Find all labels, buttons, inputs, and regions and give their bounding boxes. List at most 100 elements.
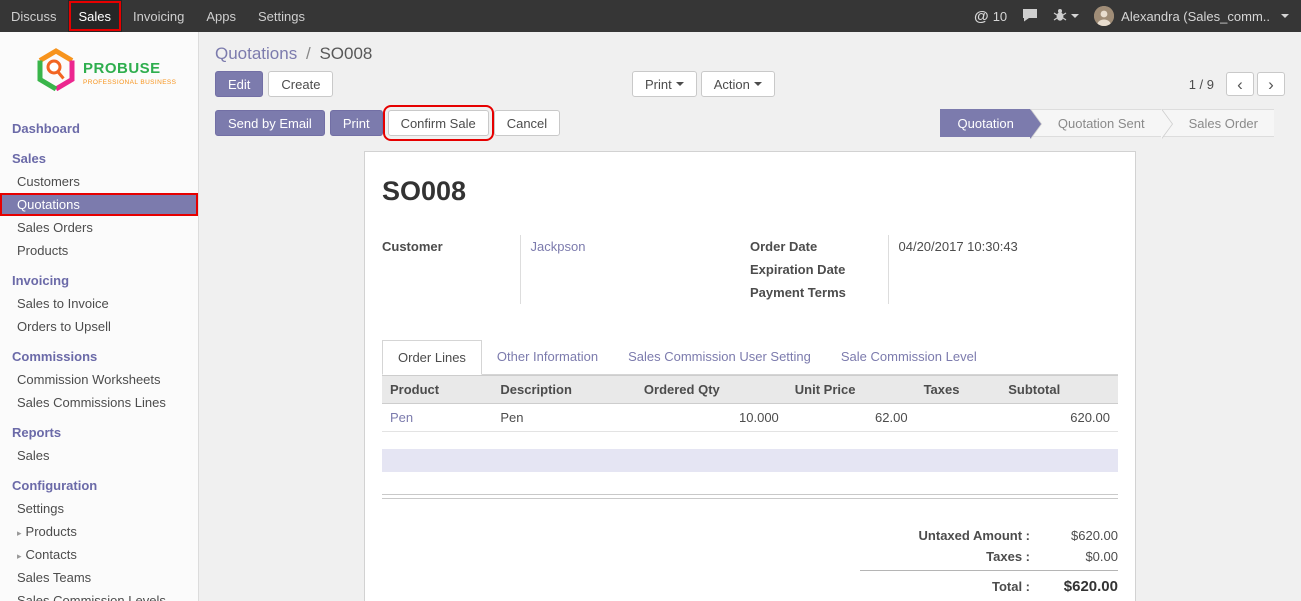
- create-button[interactable]: Create: [268, 71, 333, 97]
- statusbar-row: Send by Email Print Confirm Sale Cancel …: [199, 108, 1301, 138]
- top-menu: Discuss Sales Invoicing Apps Settings: [0, 0, 316, 32]
- sidebar-item-sales-to-invoice[interactable]: Sales to Invoice: [0, 292, 198, 315]
- sidebar-heading-configuration[interactable]: Configuration: [0, 474, 198, 497]
- menu-apps[interactable]: Apps: [195, 0, 247, 32]
- totals: Untaxed Amount : $620.00 Taxes : $0.00 T…: [860, 525, 1118, 598]
- sidebar-item-sales-orders[interactable]: Sales Orders: [0, 216, 198, 239]
- sidebar-item-config-contacts[interactable]: Contacts: [0, 543, 198, 566]
- total-row: Total : $620.00: [860, 570, 1118, 598]
- status-step-sales-order[interactable]: Sales Order: [1161, 109, 1274, 137]
- debug-menu-button[interactable]: [1053, 8, 1079, 25]
- top-navbar: Discuss Sales Invoicing Apps Settings 10: [0, 0, 1301, 32]
- sidebar-item-settings[interactable]: Settings: [0, 497, 198, 520]
- cell-description: Pen: [492, 404, 636, 432]
- menu-discuss[interactable]: Discuss: [0, 0, 68, 32]
- main-area: Quotations / SO008 Edit Create Print Act…: [199, 32, 1301, 601]
- sidebar-heading-sales[interactable]: Sales: [0, 147, 198, 170]
- cell-unit-price: 62.00: [787, 404, 916, 432]
- sidebar: PROBUSE PROFESSIONAL BUSINESS Dashboard …: [0, 32, 199, 601]
- activity-count: 10: [993, 9, 1007, 24]
- table-header-row: Product Description Ordered Qty Unit Pri…: [382, 376, 1118, 404]
- field-payment-terms: Payment Terms: [750, 281, 1118, 304]
- sidebar-heading-invoicing[interactable]: Invoicing: [0, 269, 198, 292]
- statusbar: Quotation Quotation Sent Sales Order: [940, 109, 1274, 137]
- sidebar-heading-dashboard[interactable]: Dashboard: [0, 117, 198, 140]
- logo-title: PROBUSE: [83, 60, 176, 77]
- status-step-quotation-sent[interactable]: Quotation Sent: [1030, 109, 1161, 137]
- messages-button[interactable]: [1022, 8, 1038, 25]
- tab-sales-commission-user-setting[interactable]: Sales Commission User Setting: [613, 340, 826, 374]
- expiration-date-value: [888, 258, 1118, 281]
- field-customer: Customer Jackpson: [382, 235, 750, 304]
- sidebar-item-products[interactable]: Products: [0, 239, 198, 262]
- status-step-label: Sales Order: [1189, 116, 1258, 131]
- cancel-button[interactable]: Cancel: [494, 110, 560, 136]
- cell-ordered-qty: 10.000: [636, 404, 787, 432]
- section-separator: [382, 494, 1118, 499]
- sidebar-heading-commissions[interactable]: Commissions: [0, 345, 198, 368]
- sidebar-item-quotations[interactable]: Quotations: [0, 193, 198, 216]
- header-description: Description: [492, 376, 636, 404]
- activities-button[interactable]: 10: [974, 8, 1007, 25]
- add-line-row[interactable]: [382, 449, 1118, 472]
- sidebar-item-config-products[interactable]: Products: [0, 520, 198, 543]
- sidebar-item-sales-commission-levels[interactable]: Sales Commission Levels: [0, 589, 198, 601]
- header-ordered-qty: Ordered Qty: [636, 376, 787, 404]
- order-lines-table: Product Description Ordered Qty Unit Pri…: [382, 375, 1118, 432]
- product-link[interactable]: Pen: [390, 410, 413, 425]
- print-dropdown-label: Print: [645, 77, 672, 92]
- chevron-left-icon: [1237, 76, 1243, 93]
- customer-label: Customer: [382, 235, 520, 304]
- expiration-date-label: Expiration Date: [750, 258, 888, 281]
- status-step-label: Quotation Sent: [1058, 116, 1145, 131]
- user-menu[interactable]: Alexandra (Sales_comm..: [1094, 6, 1289, 26]
- confirm-sale-button[interactable]: Confirm Sale: [388, 110, 489, 136]
- cell-taxes: [916, 404, 1001, 432]
- pager-next-button[interactable]: [1257, 72, 1285, 96]
- header-subtotal: Subtotal: [1000, 376, 1118, 404]
- sidebar-item-sales-teams[interactable]: Sales Teams: [0, 566, 198, 589]
- print-button[interactable]: Print: [330, 110, 383, 136]
- sidebar-item-label: Products: [26, 524, 77, 539]
- chevron-down-icon: [676, 82, 684, 86]
- field-order-date: Order Date 04/20/2017 10:30:43: [750, 235, 1118, 258]
- breadcrumb-quotations-link[interactable]: Quotations: [215, 44, 297, 63]
- field-expiration-date: Expiration Date: [750, 258, 1118, 281]
- edit-button[interactable]: Edit: [215, 71, 263, 97]
- notebook-tabs: Order Lines Other Information Sales Comm…: [382, 340, 1118, 375]
- sidebar-item-sales-commissions-lines[interactable]: Sales Commissions Lines: [0, 391, 198, 414]
- breadcrumb-current: SO008: [319, 44, 372, 63]
- sidebar-heading-reports[interactable]: Reports: [0, 421, 198, 444]
- app-logo: PROBUSE PROFESSIONAL BUSINESS: [0, 32, 198, 107]
- menu-invoicing[interactable]: Invoicing: [122, 0, 195, 32]
- menu-sales[interactable]: Sales: [68, 0, 123, 32]
- chevron-down-icon: [1071, 14, 1079, 18]
- menu-settings[interactable]: Settings: [247, 0, 316, 32]
- sidebar-item-reports-sales[interactable]: Sales: [0, 444, 198, 467]
- print-dropdown[interactable]: Print: [632, 71, 697, 97]
- tab-order-lines[interactable]: Order Lines: [382, 340, 482, 375]
- order-date-value: 04/20/2017 10:30:43: [888, 235, 1118, 258]
- action-dropdown[interactable]: Action: [701, 71, 775, 97]
- sidebar-nav: Dashboard Sales Customers Quotations Sal…: [0, 107, 198, 601]
- chat-bubble-icon: [1022, 8, 1038, 25]
- sidebar-item-commission-worksheets[interactable]: Commission Worksheets: [0, 368, 198, 391]
- pager-prev-button[interactable]: [1226, 72, 1254, 96]
- sidebar-item-orders-to-upsell[interactable]: Orders to Upsell: [0, 315, 198, 338]
- status-step-label: Quotation: [958, 116, 1014, 131]
- at-icon: [974, 8, 989, 25]
- chevron-right-icon: [1268, 76, 1274, 93]
- customer-link[interactable]: Jackpson: [531, 239, 586, 254]
- send-by-email-button[interactable]: Send by Email: [215, 110, 325, 136]
- table-row[interactable]: Pen Pen 10.000 62.00 620.00: [382, 404, 1118, 432]
- probuse-logo-icon: [36, 48, 76, 97]
- control-panel: Edit Create Print Action 1 / 9: [199, 69, 1301, 99]
- header-product: Product: [382, 376, 492, 404]
- expand-arrow-icon: [17, 528, 22, 539]
- cell-subtotal: 620.00: [1000, 404, 1118, 432]
- tab-other-information[interactable]: Other Information: [482, 340, 613, 374]
- expand-arrow-icon: [17, 551, 22, 562]
- sidebar-item-customers[interactable]: Customers: [0, 170, 198, 193]
- tab-sale-commission-level[interactable]: Sale Commission Level: [826, 340, 992, 374]
- status-step-quotation[interactable]: Quotation: [940, 109, 1030, 137]
